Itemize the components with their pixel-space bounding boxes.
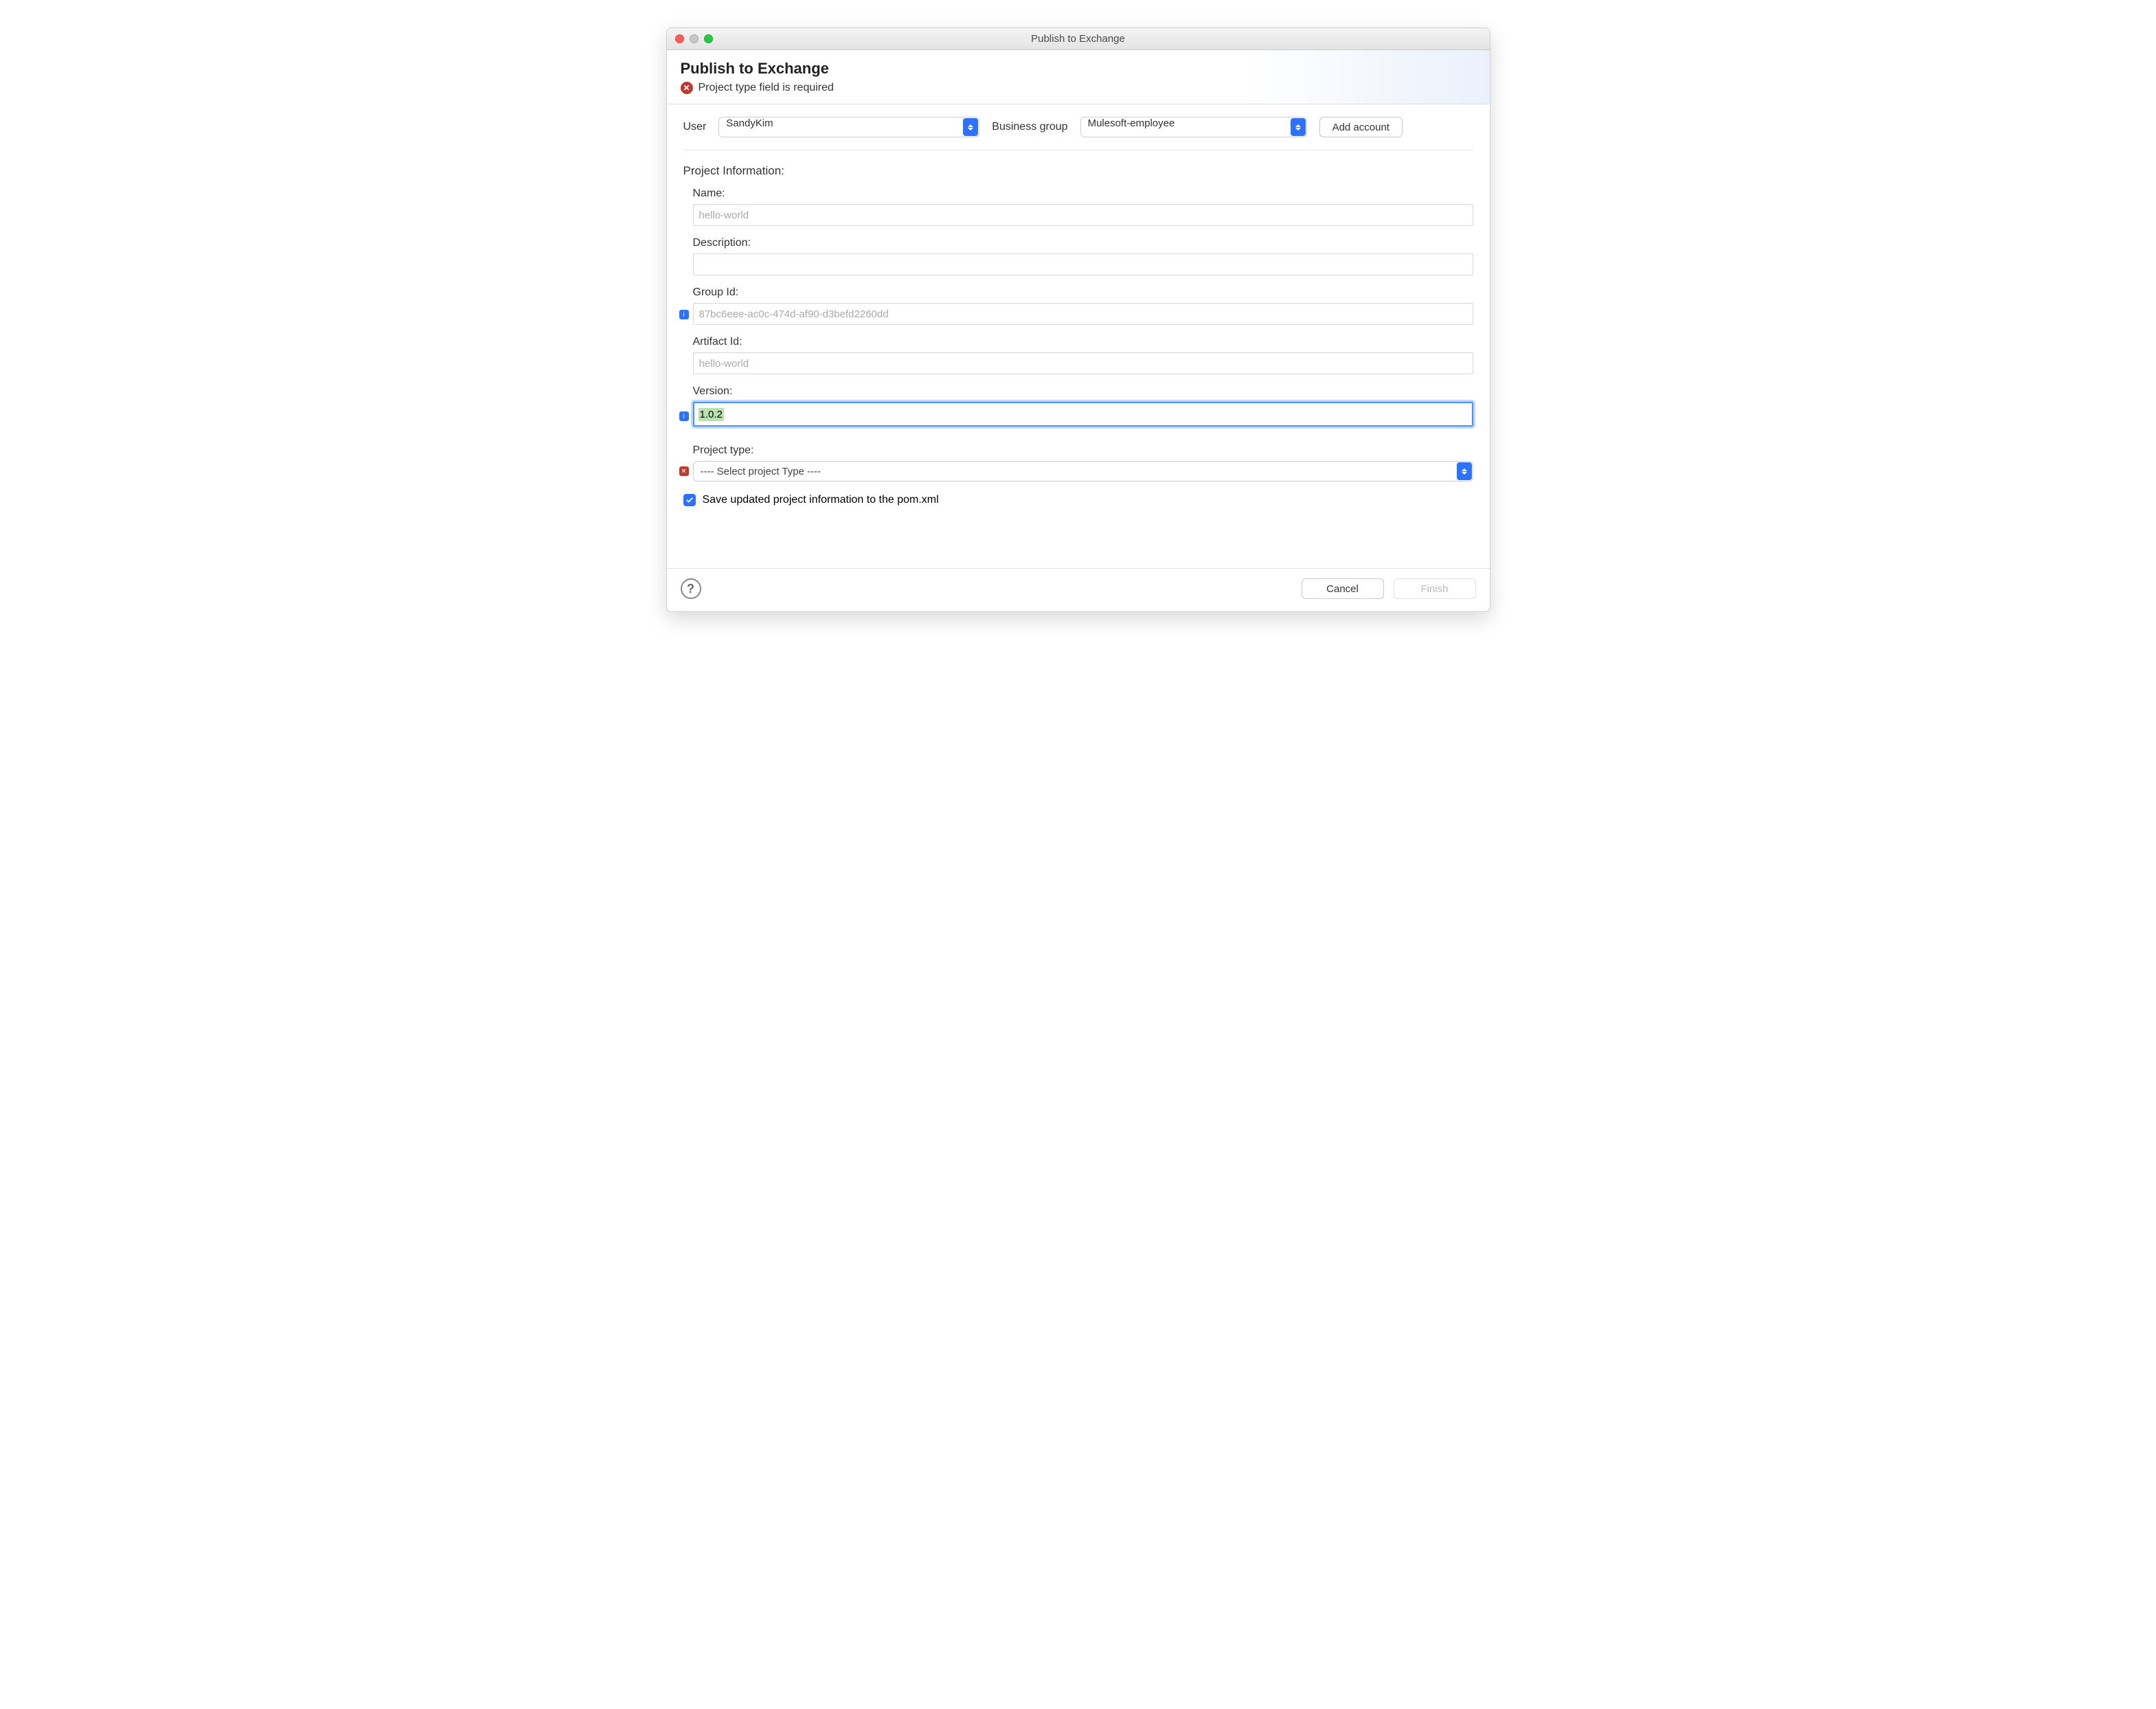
field-group-id: i Group Id: xyxy=(683,286,1473,325)
user-select-value: SandyKim xyxy=(718,117,979,137)
info-icon: i xyxy=(679,411,689,421)
dialog-header: Publish to Exchange ✕ Project type field… xyxy=(667,50,1490,104)
description-label: Description: xyxy=(693,237,1473,249)
error-banner: ✕ Project type field is required xyxy=(681,82,1476,94)
info-icon: i xyxy=(679,310,689,319)
account-row: User SandyKim Business group Mulesoft-em… xyxy=(683,117,1473,150)
dialog-window: Publish to Exchange Publish to Exchange … xyxy=(666,27,1490,612)
project-type-value: ---- Select project Type ---- xyxy=(693,461,1473,482)
dialog-content: User SandyKim Business group Mulesoft-em… xyxy=(667,104,1490,568)
add-account-button[interactable]: Add account xyxy=(1319,117,1403,137)
group-id-label: Group Id: xyxy=(693,286,1473,299)
user-select[interactable]: SandyKim xyxy=(718,117,979,137)
save-pom-label: Save updated project information to the … xyxy=(703,494,939,506)
error-icon: ✕ xyxy=(679,466,689,476)
group-id-input[interactable] xyxy=(693,303,1473,325)
traffic-lights xyxy=(667,34,713,43)
field-version: i Version: 1.0.2 xyxy=(683,385,1473,427)
error-icon: ✕ xyxy=(681,82,693,94)
minimize-window-button[interactable] xyxy=(690,34,699,43)
artifact-id-input[interactable] xyxy=(693,352,1473,374)
field-project-type: ✕ Project type: ---- Select project Type… xyxy=(683,444,1473,482)
save-pom-row: Save updated project information to the … xyxy=(683,494,1473,506)
version-input[interactable]: 1.0.2 xyxy=(693,402,1473,427)
help-button[interactable]: ? xyxy=(681,578,701,599)
page-title: Publish to Exchange xyxy=(681,60,1476,78)
description-input[interactable] xyxy=(693,253,1473,275)
titlebar: Publish to Exchange xyxy=(667,28,1490,50)
maximize-window-button[interactable] xyxy=(704,34,713,43)
error-message: Project type field is required xyxy=(699,82,834,94)
section-title: Project Information: xyxy=(683,164,1473,178)
field-name: Name: xyxy=(683,188,1473,226)
dialog-footer: ? Cancel Finish xyxy=(667,568,1490,611)
artifact-id-label: Artifact Id: xyxy=(693,336,1473,348)
name-input[interactable] xyxy=(693,204,1473,226)
check-icon xyxy=(685,496,694,504)
field-description: Description: xyxy=(683,237,1473,275)
name-label: Name: xyxy=(693,188,1473,200)
cancel-button[interactable]: Cancel xyxy=(1302,578,1384,599)
window-title: Publish to Exchange xyxy=(667,33,1490,45)
field-artifact-id: Artifact Id: xyxy=(683,336,1473,374)
version-value: 1.0.2 xyxy=(699,408,724,421)
close-window-button[interactable] xyxy=(675,34,684,43)
project-type-select[interactable]: ---- Select project Type ---- xyxy=(693,461,1473,482)
save-pom-checkbox[interactable] xyxy=(683,494,696,506)
business-group-select[interactable]: Mulesoft-employee xyxy=(1080,117,1307,137)
business-group-label: Business group xyxy=(992,121,1067,133)
version-label: Version: xyxy=(693,385,1473,398)
finish-button: Finish xyxy=(1394,578,1476,599)
project-type-label: Project type: xyxy=(693,444,1473,457)
user-label: User xyxy=(683,121,707,133)
business-group-value: Mulesoft-employee xyxy=(1080,117,1307,137)
